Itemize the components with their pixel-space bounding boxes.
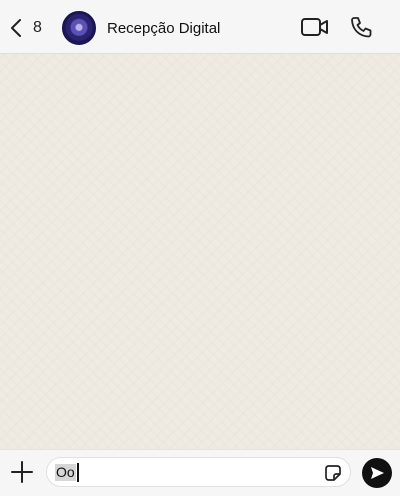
video-camera-icon xyxy=(301,18,328,36)
plus-icon xyxy=(11,461,33,483)
chat-header: 8 Recepção Digital xyxy=(0,0,400,54)
unread-count: 8 xyxy=(33,19,42,36)
text-caret xyxy=(77,463,79,482)
chat-title[interactable]: Recepção Digital xyxy=(107,20,220,37)
sticker-button[interactable] xyxy=(323,463,343,483)
send-button[interactable] xyxy=(362,458,392,488)
send-icon xyxy=(371,467,384,479)
sticker-icon xyxy=(325,465,341,481)
chat-area xyxy=(0,54,400,449)
message-input[interactable]: Oo xyxy=(46,457,351,487)
back-button[interactable]: 8 xyxy=(8,15,48,41)
attach-button[interactable] xyxy=(10,460,34,484)
video-call-button[interactable] xyxy=(300,16,330,38)
message-input-text: Oo xyxy=(55,464,76,481)
voice-call-button[interactable] xyxy=(349,15,373,39)
avatar[interactable] xyxy=(62,11,96,45)
chevron-left-icon xyxy=(11,19,21,37)
message-composer: Oo xyxy=(0,449,400,496)
phone-icon xyxy=(351,17,372,38)
